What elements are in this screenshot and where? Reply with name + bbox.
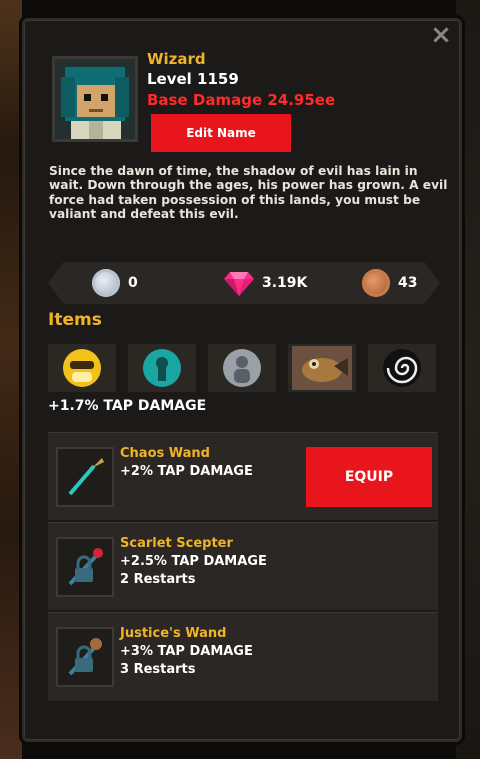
items-title: Items (48, 310, 102, 330)
weapon-requirement: 2 Restarts (120, 572, 196, 587)
close-button[interactable]: × (428, 22, 454, 48)
hero-panel: × Wizard Level 1159 Base Damage 24.95ee … (22, 18, 462, 742)
locked-wand-icon (68, 638, 102, 676)
teal-keyhole-icon (143, 349, 181, 387)
item-slot-5[interactable] (368, 344, 436, 392)
brown-creature-icon (292, 346, 352, 390)
bronze-coin-count: 43 (398, 275, 418, 291)
silver-coin-count: 0 (128, 275, 138, 291)
weapon-name: Scarlet Scepter (120, 536, 233, 551)
equip-button[interactable]: EQUIP (306, 447, 432, 507)
weapon-bonus: +2.5% TAP DAMAGE (120, 554, 267, 569)
hero-base-damage: Base Damage 24.95ee (147, 91, 336, 109)
wizard-avatar-icon (55, 59, 135, 139)
currency-gems: 3.19K (224, 262, 307, 304)
weapon-row-chaos-wand: Chaos Wand +2% TAP DAMAGE EQUIP (48, 432, 438, 521)
scarlet-scepter-icon (56, 537, 114, 597)
gem-count: 3.19K (262, 275, 308, 291)
locked-scepter-icon (68, 548, 103, 586)
currency-silver: 0 (92, 262, 138, 304)
item-slot-1[interactable] (48, 344, 116, 392)
weapon-row-scarlet-scepter: Scarlet Scepter +2.5% TAP DAMAGE 2 Resta… (48, 522, 438, 611)
weapon-requirement: 3 Restarts (120, 662, 196, 677)
currency-bronze: 43 (362, 262, 417, 304)
hero-level: Level 1159 (147, 70, 239, 88)
weapon-name: Chaos Wand (120, 446, 210, 461)
weapon-name: Justice's Wand (120, 626, 227, 641)
justices-wand-icon (56, 627, 114, 687)
grey-figure-icon (223, 349, 261, 387)
hero-name: Wizard (147, 50, 206, 68)
background-left (0, 0, 22, 759)
item-slot-3[interactable] (208, 344, 276, 392)
silver-coin-icon (92, 269, 120, 297)
chaos-wand-icon (56, 447, 114, 507)
bronze-coin-icon (362, 269, 390, 297)
golden-mask-icon (63, 349, 101, 387)
hero-portrait (52, 56, 138, 142)
edit-name-button[interactable]: Edit Name (151, 114, 291, 152)
spiral-vortex-icon (383, 349, 421, 387)
hero-lore: Since the dawn of time, the shadow of ev… (49, 164, 448, 221)
items-bonus: +1.7% TAP DAMAGE (48, 398, 207, 414)
pink-gem-icon (224, 272, 254, 296)
currency-bar: 0 3.19K 43 (48, 262, 440, 304)
weapon-row-justices-wand: Justice's Wand +3% TAP DAMAGE 3 Restarts (48, 612, 438, 701)
item-slot-2[interactable] (128, 344, 196, 392)
item-slot-4[interactable] (288, 344, 356, 392)
weapon-bonus: +2% TAP DAMAGE (120, 464, 253, 479)
wand-icon (68, 458, 104, 496)
weapon-bonus: +3% TAP DAMAGE (120, 644, 253, 659)
